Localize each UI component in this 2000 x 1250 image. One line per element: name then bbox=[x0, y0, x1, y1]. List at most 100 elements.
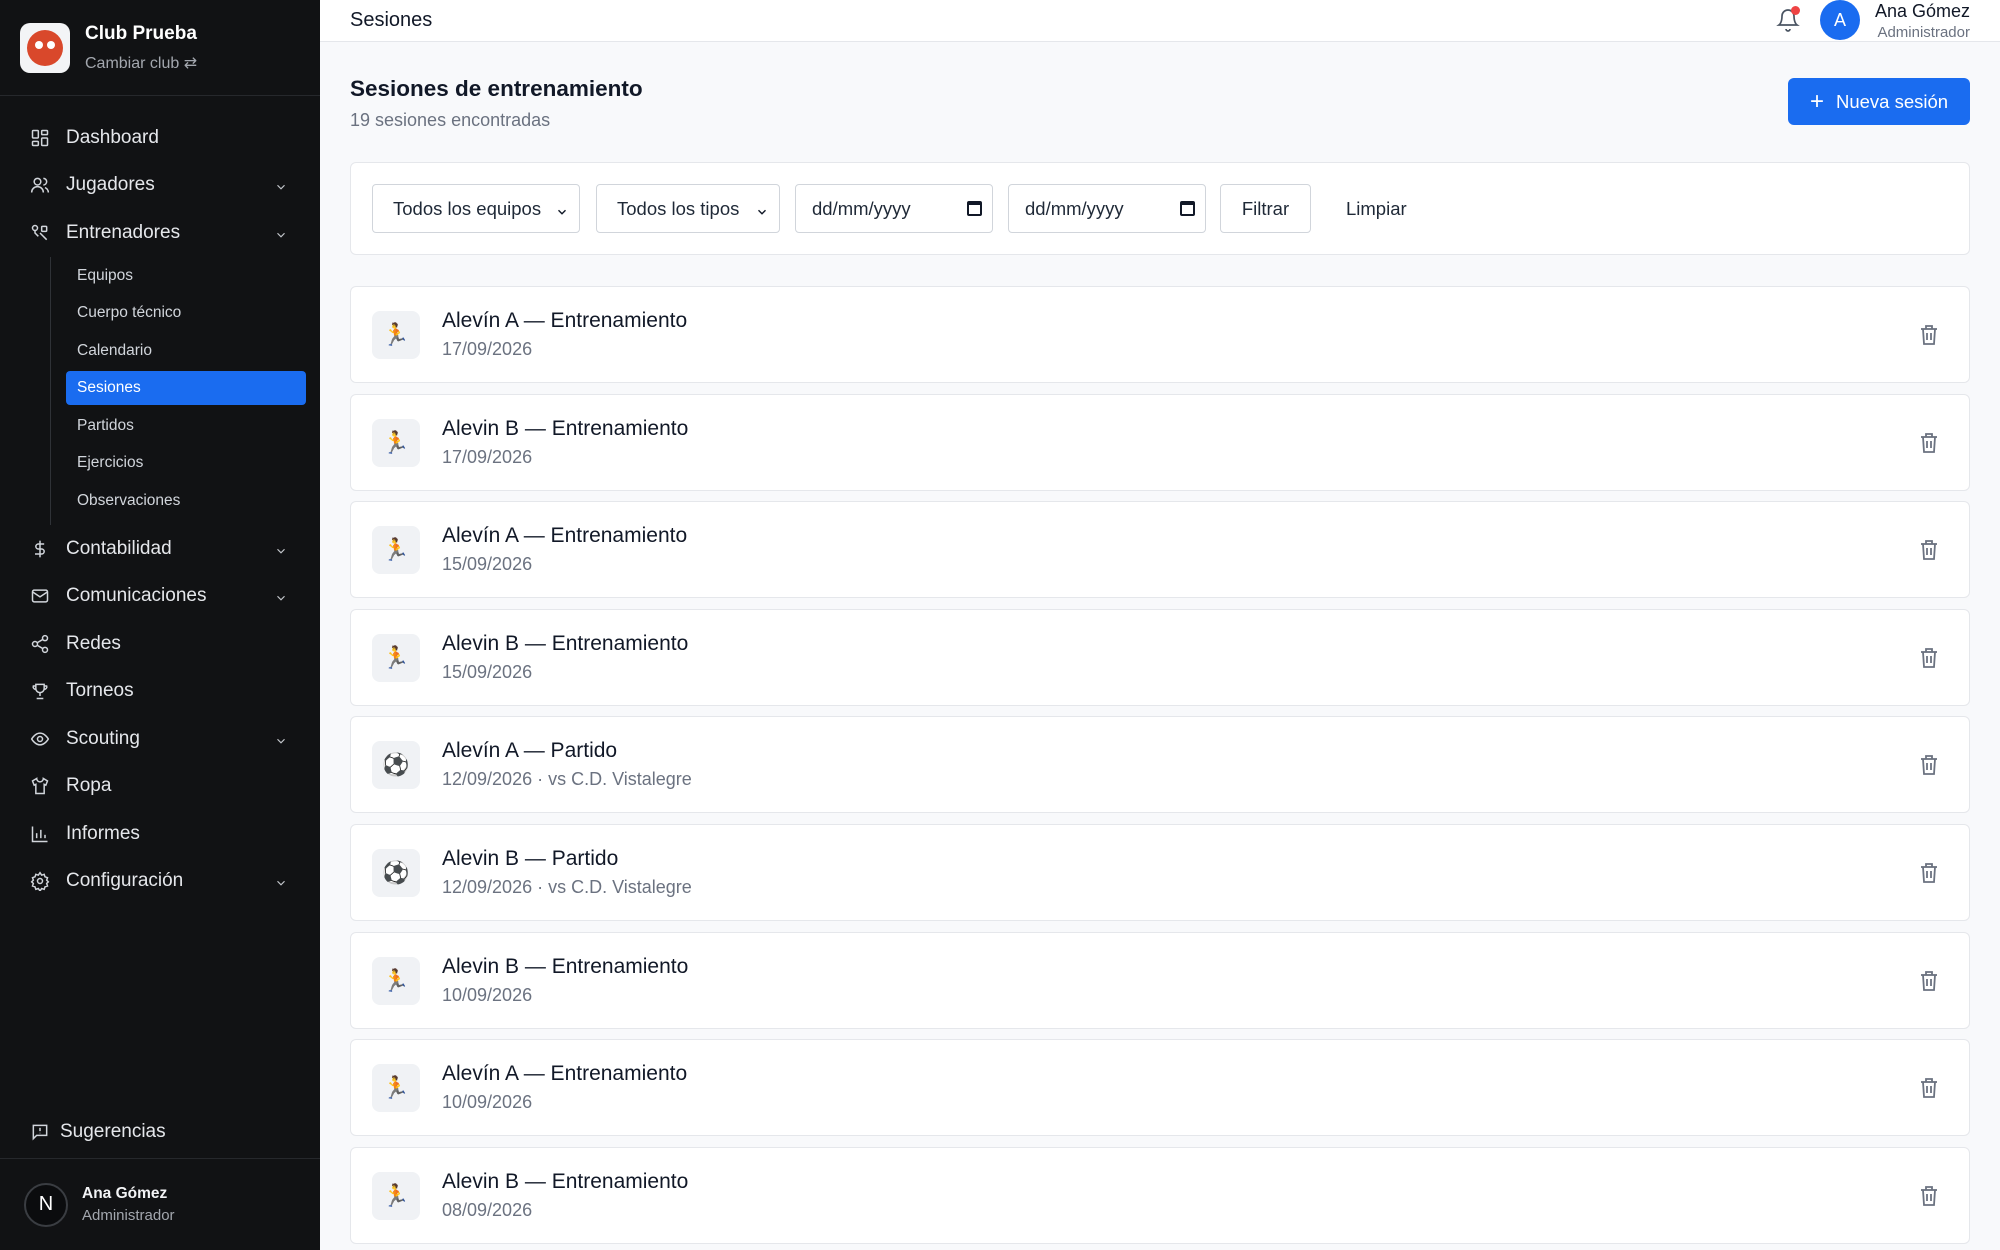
soccer-ball-icon: ⚽ bbox=[372, 848, 420, 897]
nav-label-comunicaciones: Comunicaciones bbox=[66, 585, 207, 607]
running-icon: 🏃 bbox=[372, 418, 420, 467]
nav-item-torneos[interactable]: Torneos bbox=[0, 668, 320, 716]
nav-label-entrenadores: Entrenadores bbox=[66, 221, 181, 243]
nav-label-dashboard: Dashboard bbox=[66, 126, 159, 148]
filter-bar: Todos los equipos Todos los tipos dd/mm/… bbox=[350, 162, 1970, 255]
team-select-value: Todos los equipos bbox=[393, 197, 542, 219]
sidebar: Club Prueba Cambiar club ⇄ Dashboard Jug… bbox=[0, 0, 320, 1250]
date-to-input[interactable]: dd/mm/yyyy bbox=[1008, 184, 1206, 233]
chevron-down-icon bbox=[274, 542, 288, 556]
session-card[interactable]: ⚽ Alevín A — Partido 12/09/2026 · vs C.D… bbox=[350, 716, 1970, 814]
chevron-down-icon bbox=[755, 202, 769, 216]
plus-icon: + bbox=[1809, 87, 1824, 115]
club-switcher[interactable]: Club Prueba Cambiar club ⇄ bbox=[0, 0, 320, 96]
trash-icon[interactable] bbox=[1919, 539, 1939, 561]
session-card[interactable]: 🏃 Alevin B — Entrenamiento 15/09/2026 bbox=[350, 608, 1970, 706]
subnav-item-cuerpo-tecnico[interactable]: Cuerpo técnico bbox=[66, 296, 306, 330]
trash-icon[interactable] bbox=[1919, 970, 1939, 992]
type-select[interactable]: Todos los tipos bbox=[596, 184, 780, 233]
nav-item-jugadores[interactable]: Jugadores bbox=[0, 162, 320, 210]
nav-item-scouting[interactable]: Scouting bbox=[0, 715, 320, 763]
chevron-down-icon bbox=[274, 589, 288, 603]
session-title: Alevín A — Entrenamiento bbox=[442, 309, 688, 332]
session-date: 10/09/2026 bbox=[442, 984, 533, 1005]
nav-item-contabilidad[interactable]: Contabilidad bbox=[0, 525, 320, 573]
eye-icon bbox=[30, 729, 50, 749]
nav-label-scouting: Scouting bbox=[66, 727, 140, 749]
subnav-item-partidos[interactable]: Partidos bbox=[66, 409, 306, 443]
session-card[interactable]: 🏃 Alevin B — Entrenamiento 08/09/2026 bbox=[350, 1146, 1970, 1244]
team-select[interactable]: Todos los equipos bbox=[372, 184, 580, 233]
sidebar-user-profile[interactable]: N Ana Gómez Administrador bbox=[0, 1158, 320, 1250]
subnav-item-equipos[interactable]: Equipos bbox=[66, 259, 306, 293]
trash-icon[interactable] bbox=[1919, 1185, 1939, 1207]
session-title: Alevín A — Entrenamiento bbox=[442, 524, 688, 548]
session-title: Alevin B — Entrenamiento bbox=[442, 1169, 689, 1193]
session-card[interactable]: 🏃 Alevín A — Entrenamiento 10/09/2026 bbox=[350, 1039, 1970, 1137]
feedback-icon bbox=[30, 1122, 50, 1142]
nav-item-sugerencias[interactable]: Sugerencias bbox=[0, 1108, 320, 1156]
bar-chart-icon bbox=[30, 824, 50, 844]
calendar-icon[interactable] bbox=[1180, 201, 1195, 216]
nav-item-dashboard[interactable]: Dashboard bbox=[0, 114, 320, 162]
gear-icon bbox=[30, 871, 50, 892]
nav-label-ropa: Ropa bbox=[66, 775, 112, 797]
nav-item-configuracion[interactable]: Configuración bbox=[0, 858, 320, 906]
main-content: Sesiones de entrenamiento 19 sesiones en… bbox=[350, 42, 1970, 1244]
session-date: 15/09/2026 bbox=[442, 554, 533, 575]
calendar-icon[interactable] bbox=[967, 201, 982, 216]
share-icon bbox=[30, 634, 50, 654]
nav-label-torneos: Torneos bbox=[66, 680, 134, 702]
session-date: 12/09/2026 · vs C.D. Vistalegre bbox=[442, 769, 692, 790]
type-select-value: Todos los tipos bbox=[617, 197, 740, 219]
running-icon: 🏃 bbox=[372, 956, 420, 1005]
session-card[interactable]: 🏃 Alevin B — Entrenamiento 10/09/2026 bbox=[350, 931, 1970, 1029]
nav-item-redes[interactable]: Redes bbox=[0, 620, 320, 668]
switch-club-link[interactable]: Cambiar club ⇄ bbox=[85, 53, 197, 73]
nav-item-comunicaciones[interactable]: Comunicaciones bbox=[0, 573, 320, 621]
trophy-icon bbox=[30, 681, 50, 701]
page-header: Sesiones de entrenamiento 19 sesiones en… bbox=[350, 42, 1970, 162]
new-session-button[interactable]: + Nueva sesión bbox=[1788, 78, 1970, 125]
subnav-item-ejercicios[interactable]: Ejercicios bbox=[66, 446, 306, 480]
coach-icon bbox=[30, 223, 50, 243]
main-nav: Dashboard Jugadores Entrenadores Equipos… bbox=[0, 96, 320, 905]
session-card[interactable]: 🏃 Alevín A — Entrenamiento 17/09/2026 bbox=[350, 286, 1970, 383]
session-card[interactable]: 🏃 Alevin B — Entrenamiento 17/09/2026 bbox=[350, 393, 1970, 491]
subnav-item-calendario[interactable]: Calendario bbox=[66, 334, 306, 368]
nav-item-informes[interactable]: Informes bbox=[0, 810, 320, 858]
session-title: Alevin B — Entrenamiento bbox=[442, 631, 689, 655]
clear-filters-link[interactable]: Limpiar bbox=[1346, 184, 1407, 233]
topbar-user-role: Administrador bbox=[1877, 24, 1970, 41]
trash-icon[interactable] bbox=[1919, 862, 1939, 884]
club-logo bbox=[20, 22, 70, 73]
nav-item-entrenadores[interactable]: Entrenadores bbox=[0, 209, 320, 257]
running-icon: 🏃 bbox=[372, 1064, 420, 1113]
trash-icon[interactable] bbox=[1919, 647, 1939, 669]
session-title: Alevín A — Partido bbox=[442, 739, 618, 763]
trash-icon[interactable] bbox=[1919, 754, 1939, 776]
session-card[interactable]: ⚽ Alevin B — Partido 12/09/2026 · vs C.D… bbox=[350, 823, 1970, 921]
date-from-input[interactable]: dd/mm/yyyy bbox=[795, 184, 993, 233]
running-icon: 🏃 bbox=[372, 1171, 420, 1220]
nav-label-jugadores: Jugadores bbox=[66, 174, 155, 196]
session-title: Alevín A — Entrenamiento bbox=[442, 1062, 688, 1086]
bell-icon[interactable] bbox=[1776, 6, 1800, 32]
session-date: 12/09/2026 · vs C.D. Vistalegre bbox=[442, 876, 692, 897]
avatar: N bbox=[24, 1182, 68, 1227]
chevron-down-icon bbox=[274, 178, 288, 192]
session-card[interactable]: 🏃 Alevín A — Entrenamiento 15/09/2026 bbox=[350, 501, 1970, 599]
avatar[interactable]: A bbox=[1820, 0, 1860, 40]
filter-button[interactable]: Filtrar bbox=[1220, 184, 1311, 233]
topbar: Sesiones A Ana Gómez Administrador bbox=[320, 0, 2000, 42]
nav-item-ropa[interactable]: Ropa bbox=[0, 763, 320, 811]
subnav-item-sesiones[interactable]: Sesiones bbox=[66, 371, 306, 405]
users-icon bbox=[30, 175, 50, 195]
trash-icon[interactable] bbox=[1919, 432, 1939, 454]
topbar-user[interactable]: Ana Gómez Administrador bbox=[1875, 1, 1970, 41]
trash-icon[interactable] bbox=[1919, 1077, 1939, 1099]
session-title: Alevin B — Entrenamiento bbox=[442, 416, 689, 440]
trash-icon[interactable] bbox=[1919, 324, 1939, 346]
notification-dot bbox=[1791, 6, 1800, 15]
subnav-item-observaciones[interactable]: Observaciones bbox=[66, 484, 306, 518]
